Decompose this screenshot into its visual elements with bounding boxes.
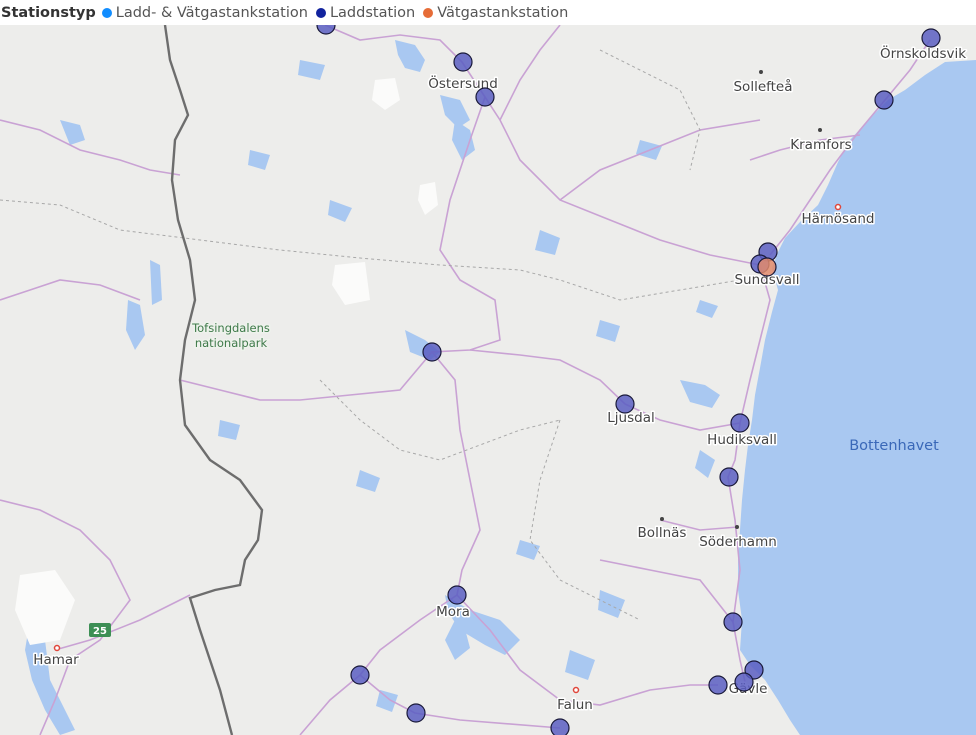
park-label-line1: Tofsingdalens [191, 321, 270, 335]
legend-item-combined[interactable]: Ladd- & Vätgastankstation [101, 4, 308, 21]
charging-station-marker[interactable] [615, 394, 635, 414]
place-kramfors: Kramfors [790, 137, 851, 153]
legend-label-charging: Laddstation [329, 4, 416, 21]
park-label-line2: nationalpark [195, 336, 268, 350]
legend-dot-hydrogen-icon [423, 7, 434, 18]
legend-label-combined: Ladd- & Vätgastankstation [115, 4, 308, 21]
place-ljusdal: Ljusdal [607, 410, 654, 426]
legend-dot-combined-icon [101, 7, 112, 18]
legend-item-charging[interactable]: Laddstation [315, 4, 416, 21]
sea-label: Bottenhavet [849, 438, 939, 454]
charging-station-marker[interactable] [708, 675, 728, 695]
place-harnosand: Härnösand [802, 211, 875, 227]
charging-station-marker[interactable] [406, 703, 426, 723]
charging-station-marker[interactable] [723, 612, 743, 632]
road-shield-label: 25 [93, 626, 107, 637]
charging-station-marker[interactable] [453, 52, 473, 72]
legend-title: Stationstyp [1, 4, 96, 21]
charging-station-marker[interactable] [874, 90, 894, 110]
charging-station-marker[interactable] [734, 672, 754, 692]
legend-item-hydrogen[interactable]: Vätgastankstation [423, 5, 568, 21]
place-hudiksvall: Hudiksvall [707, 432, 777, 448]
place-falun: Falun [557, 697, 593, 713]
place-mora: Mora [436, 604, 470, 620]
legend-dot-charging-icon [315, 7, 326, 18]
place-sollefte: Sollefteå [733, 78, 792, 95]
charging-station-marker[interactable] [730, 413, 750, 433]
place-ornskoldsvik: Örnskoldsvik [880, 44, 966, 62]
charging-station-marker[interactable] [422, 342, 442, 362]
charging-station-marker[interactable] [719, 467, 739, 487]
hydrogen-station-marker[interactable] [757, 257, 777, 277]
place-hamar: Hamar [33, 652, 79, 668]
charging-station-marker[interactable] [921, 28, 941, 48]
charging-station-marker[interactable] [447, 585, 467, 605]
map-legend: Stationstyp Ladd- & Vätgastankstation La… [0, 0, 976, 25]
legend-label-hydrogen: Vätgastankstation [437, 4, 569, 21]
charging-station-marker[interactable] [350, 665, 370, 685]
place-soderhamn: Söderhamn [699, 534, 777, 550]
charging-station-marker[interactable] [475, 87, 495, 107]
map-canvas[interactable]: 25 Bottenhavet Tofsingdalens nationalpar… [0, 25, 976, 735]
charging-station-marker[interactable] [550, 718, 570, 735]
place-bollnas: Bollnäs [638, 525, 687, 541]
road-shield-25: 25 [89, 623, 111, 637]
